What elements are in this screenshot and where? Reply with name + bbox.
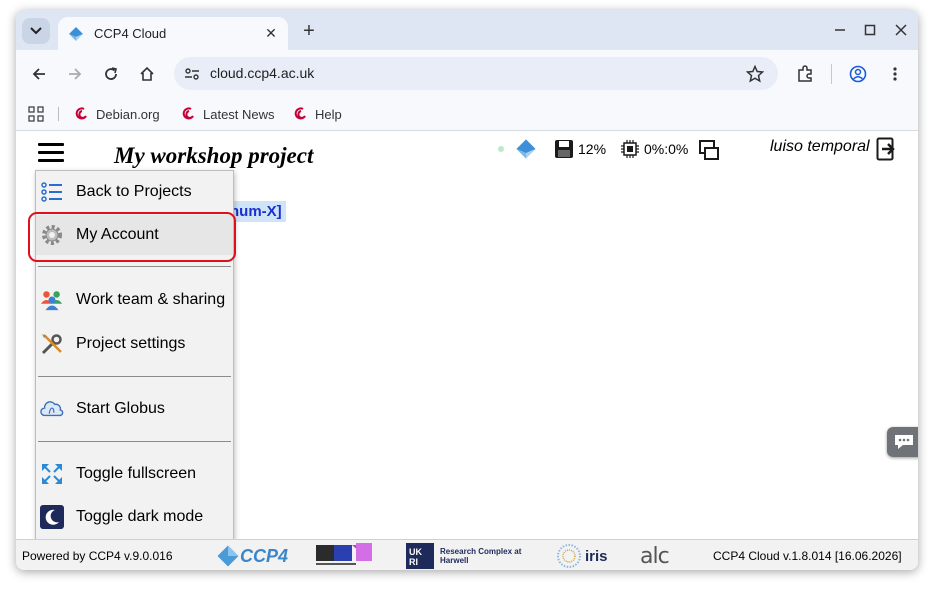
browser-toolbar: cloud.ccp4.ac.uk [16,50,918,98]
iris-text: iris [585,547,608,565]
menu-item-label: Toggle fullscreen [76,465,197,482]
cpu-usage-value: 0%:0% [644,141,689,157]
address-bar[interactable]: cloud.ccp4.ac.uk [174,57,778,90]
bookmarks-divider [58,107,59,121]
menu-separator [38,376,231,377]
alc-logo[interactable]: alc [640,543,670,569]
ccp4-logo-icon[interactable] [515,138,537,160]
disk-usage[interactable]: 12% [554,139,606,159]
menu-item-label: Project settings [76,335,186,352]
chat-bubble-icon [895,435,913,449]
cpu-usage[interactable]: 0%:0% [620,139,688,159]
globus-cloud-icon [40,397,64,421]
menu-item-label: Work team & sharing [76,291,226,308]
bookmark-star-icon[interactable] [746,65,764,83]
moon-icon [40,505,64,529]
tab-ccp4-cloud[interactable]: CCP4 Cloud ✕ [58,17,288,50]
menu-item-toggle-dark-mode[interactable]: Toggle dark mode [36,497,233,537]
bookmark-latest-news[interactable]: Latest News [181,103,275,125]
forward-icon[interactable] [62,61,88,87]
bookmark-help[interactable]: Help [293,103,342,125]
hamburger-menu-icon[interactable] [38,143,64,165]
tab-search-button[interactable] [22,18,50,44]
project-title: My workshop project [114,143,314,168]
team-icon [40,288,64,312]
bookmark-label: Help [315,106,342,122]
debian-icon [75,107,87,120]
minimize-icon[interactable] [828,20,852,40]
menu-item-label: Toggle dark mode [76,508,204,525]
debian-icon [294,107,306,120]
connection-status-dot [498,146,504,152]
app-version: CCP4 Cloud v.1.8.014 [16.06.2026] [713,549,902,563]
menu-item-work-team-sharing[interactable]: Work team & sharing [36,280,233,320]
ccp4-logo[interactable]: CCP4 [216,543,288,569]
site-info-icon[interactable] [184,66,200,82]
user-name[interactable]: luiso temporal [770,138,870,156]
maximize-icon[interactable] [858,20,882,40]
menu-separator [38,266,231,267]
menu-item-label: Start Globus [76,400,165,417]
chevron-down-icon [30,27,42,35]
toolbar-divider [831,64,832,84]
logout-icon[interactable] [876,137,898,161]
powered-by: Powered by CCP4 v.9.0.016 [22,549,173,563]
tools-icon [40,332,64,356]
reload-icon[interactable] [98,61,124,87]
floppy-disk-icon [555,140,573,158]
chat-button[interactable] [887,427,918,457]
menu-item-start-globus[interactable]: Start Globus [36,389,233,429]
research-complex-text: Research Complex at Harwell [440,547,522,565]
menu-item-label: Back to Projects [76,183,192,200]
url-text: cloud.ccp4.ac.uk [210,65,315,81]
debian-icon [182,107,194,120]
ccp4-diamond-icon [217,545,239,567]
tab-title: CCP4 Cloud [94,26,167,41]
profile-icon[interactable] [845,61,871,87]
fullscreen-icon [40,462,64,486]
browser-window: CCP4 Cloud ✕ + cloud.ccp4.ac.uk Debian.o… [16,10,918,570]
svg-text:UK: UK [409,547,422,557]
svg-text:RI: RI [409,557,418,567]
new-tab-button[interactable]: + [298,20,320,42]
bookmark-debian[interactable]: Debian.org [74,103,160,125]
bookmark-label: Debian.org [96,106,160,122]
ccp4-logo-text: CCP4 [240,545,289,566]
ukri-stfc-logo-icon [316,543,372,565]
bookmark-label: Latest News [203,106,275,122]
alc-text: alc [640,543,670,569]
browser-menu-icon[interactable] [882,61,908,87]
iris-logo[interactable]: iris [556,543,608,569]
iris-burst-icon [557,544,581,568]
menu-item-toggle-fullscreen[interactable]: Toggle fullscreen [36,454,233,494]
highlight-annotation [28,212,236,262]
back-icon[interactable] [26,61,52,87]
apps-grid-icon[interactable] [28,106,44,122]
extensions-icon[interactable] [792,61,818,87]
disk-usage-value: 12% [578,141,607,157]
page-content: My workshop project 12% 0%:0% luiso temp… [16,131,918,544]
menu-item-back-to-projects[interactable]: Back to Projects [36,172,233,212]
tab-strip: CCP4 Cloud ✕ + [16,10,918,50]
page-footer: Powered by CCP4 v.9.0.016 CCP4 UK RI Rese… [16,539,918,570]
tab-close-icon[interactable]: ✕ [260,23,282,45]
split-view-icon[interactable] [698,139,720,161]
menu-item-project-settings[interactable]: Project settings [36,324,233,364]
cpu-chip-icon [621,140,639,158]
bookmarks-bar: Debian.org Latest News Help [16,98,918,131]
home-icon[interactable] [134,61,160,87]
research-complex-logo[interactable]: UK RI Research Complex at Harwell [406,543,524,569]
menu-separator [38,441,231,442]
ukri-logo-icon: UKRI [406,543,434,569]
list-icon [40,180,64,204]
ukri-logo[interactable] [316,543,374,569]
window-close-icon[interactable] [889,20,913,40]
ccp4-favicon-icon [69,26,83,41]
